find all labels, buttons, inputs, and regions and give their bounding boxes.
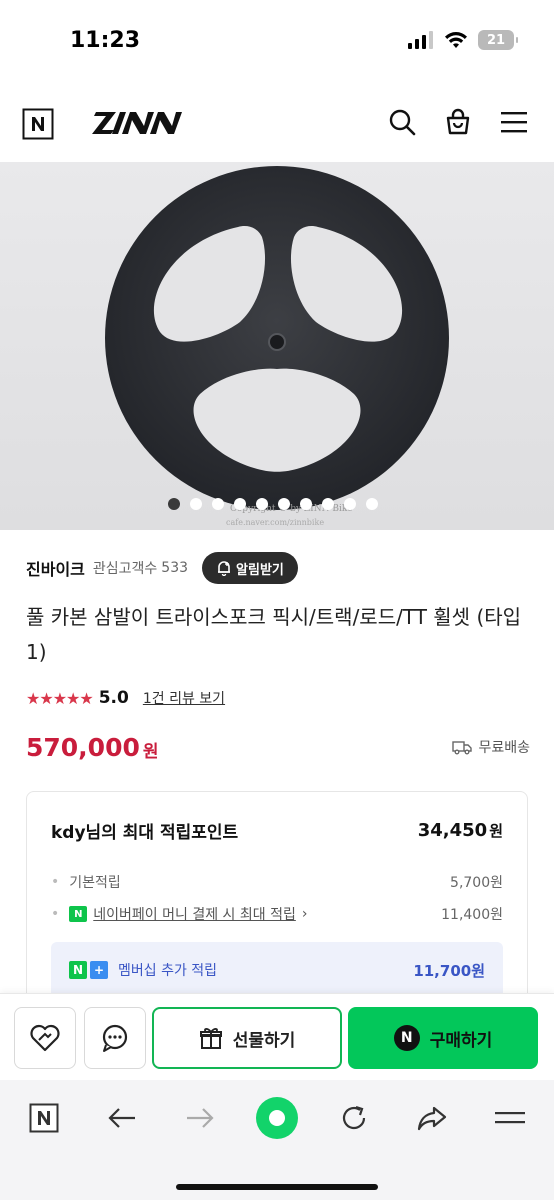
membership-value: 11,700원 xyxy=(413,961,485,980)
product-image[interactable] xyxy=(0,162,554,530)
points-box: kdy님의 최대 적립포인트 34,450 원 • 기본적립 5,700원 • … xyxy=(26,791,528,1021)
carousel-dots xyxy=(168,498,378,510)
npay-points-label[interactable]: 네이버페이 머니 결제 시 최대 적립 xyxy=(93,904,296,924)
refresh-icon[interactable] xyxy=(330,1096,378,1140)
carousel-dot[interactable] xyxy=(234,498,246,510)
npay-icon: N xyxy=(69,906,88,922)
carousel-dot[interactable] xyxy=(256,498,268,510)
points-total: 34,450 xyxy=(417,820,488,841)
header-actions xyxy=(386,106,530,138)
seller-name[interactable]: 진바이크 xyxy=(26,556,85,580)
image-watermark-url: cafe.naver.com/zinnbike xyxy=(226,518,325,527)
gift-button[interactable]: 선물하기 xyxy=(152,1007,342,1069)
forward-arrow-icon[interactable] xyxy=(176,1096,224,1140)
carousel-dot[interactable] xyxy=(212,498,224,510)
status-bar: 11:23 21 xyxy=(0,0,554,84)
cellular-signal-icon xyxy=(408,31,433,49)
followers-count: 533 xyxy=(161,560,189,576)
product-title: 풀 카본 삼발이 트라이스포크 픽시/트랙/로드/TT 휠셋 (타입 1) xyxy=(26,605,522,664)
wifi-icon xyxy=(445,32,467,48)
bullet: • xyxy=(51,906,60,922)
star-rating-icon: ★★★★★ xyxy=(26,688,94,708)
green-dot-home-icon[interactable] xyxy=(253,1096,301,1140)
battery-icon: 21 xyxy=(478,30,518,50)
wishlist-button[interactable] xyxy=(14,1007,76,1069)
followers-label: 관심고객수 xyxy=(92,561,158,577)
site-header xyxy=(0,96,554,152)
npay-points-row[interactable]: • N 네이버페이 머니 결제 시 최대 적립 › 11,400원 xyxy=(51,904,503,924)
naver-n-icon[interactable] xyxy=(22,108,54,140)
browser-toolbar xyxy=(0,1080,554,1200)
carousel-dot[interactable] xyxy=(168,498,180,510)
gift-label: 선물하기 xyxy=(232,1030,296,1051)
carousel-dot[interactable] xyxy=(344,498,356,510)
gift-icon xyxy=(199,1028,222,1049)
naver-home-icon[interactable] xyxy=(20,1096,68,1140)
heart-icon xyxy=(30,1024,60,1052)
rating-score: 5.0 xyxy=(98,688,129,708)
membership-row[interactable]: N + 멤버십 추가 적립 11,700원 xyxy=(51,942,503,998)
points-unit: 원 xyxy=(489,822,503,840)
notify-button[interactable]: 알림받기 xyxy=(202,552,298,584)
back-arrow-icon[interactable] xyxy=(98,1096,146,1140)
seller-row: 진바이크 관심고객수 533 알림받기 xyxy=(26,550,526,586)
basic-points-value: 5,700원 xyxy=(450,875,503,891)
chat-button[interactable] xyxy=(84,1007,146,1069)
browser-menu-icon[interactable] xyxy=(486,1096,534,1140)
menu-icon[interactable] xyxy=(498,106,530,138)
search-icon[interactable] xyxy=(386,106,418,138)
rating-row: ★★★★★ 5.0 1건 리뷰 보기 xyxy=(26,688,225,708)
notify-label: 알림받기 xyxy=(236,562,284,578)
carousel-dot[interactable] xyxy=(278,498,290,510)
cart-icon[interactable] xyxy=(442,106,474,138)
share-icon[interactable] xyxy=(408,1096,456,1140)
carousel-dot[interactable] xyxy=(190,498,202,510)
buy-button[interactable]: N 구매하기 xyxy=(348,1007,538,1069)
price-row: 570,000 원 무료배송 xyxy=(26,730,530,764)
shipping-label: 무료배송 xyxy=(478,740,530,756)
chevron-right-icon: › xyxy=(301,906,308,922)
review-link[interactable]: 1건 리뷰 보기 xyxy=(143,688,225,708)
carousel-dot[interactable] xyxy=(300,498,312,510)
truck-icon xyxy=(452,741,473,755)
bell-plus-icon xyxy=(218,561,231,576)
home-indicator[interactable] xyxy=(176,1184,378,1190)
bullet: • xyxy=(51,874,60,890)
status-icons: 21 xyxy=(408,30,518,50)
buy-label: 구매하기 xyxy=(429,1030,493,1051)
naver-plus-icon: N + xyxy=(69,961,108,979)
status-time: 11:23 xyxy=(70,28,141,53)
basic-points-row: • 기본적립 5,700원 xyxy=(51,872,503,892)
tri-spoke-wheel-image xyxy=(105,166,449,510)
purchase-action-bar: 선물하기 N 구매하기 xyxy=(0,993,554,1080)
basic-points-label: 기본적립 xyxy=(69,875,121,891)
shipping-info: 무료배송 xyxy=(452,737,530,757)
naver-n-icon: N xyxy=(393,1025,420,1051)
points-title: kdy님의 최대 적립포인트 xyxy=(51,823,239,843)
product-price: 570,000 xyxy=(26,732,140,762)
brand-logo[interactable] xyxy=(92,108,184,138)
points-header: kdy님의 최대 적립포인트 34,450 원 xyxy=(51,818,503,843)
price-unit: 원 xyxy=(142,741,159,762)
carousel-dot[interactable] xyxy=(366,498,378,510)
carousel-dot[interactable] xyxy=(322,498,334,510)
chat-bubble-icon xyxy=(102,1024,128,1052)
membership-label: 멤버십 추가 적립 xyxy=(118,963,218,979)
npay-points-value: 11,400원 xyxy=(441,907,503,923)
